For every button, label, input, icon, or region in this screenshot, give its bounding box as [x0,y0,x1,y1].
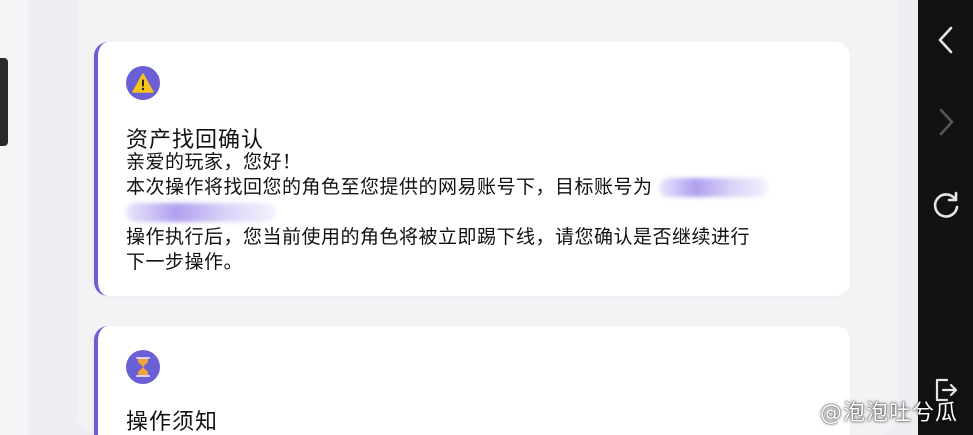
masked-account-id-continued [126,203,276,222]
card-body: 亲爱的玩家，您好！ 本次操作将找回您的角色至您提供的网易账号下，目标账号为 操作… [126,150,826,275]
browser-nav-bar [918,0,973,435]
target-account-line: 本次操作将找回您的角色至您提供的网易账号下，目标账号为 [126,175,826,200]
refresh-button[interactable] [928,187,964,223]
target-account-text: 本次操作将找回您的角色至您提供的网易账号下，目标账号为 [126,176,653,198]
weibo-icon [785,401,812,423]
warning-icon [126,66,160,100]
chevron-right-icon [939,108,954,136]
back-button[interactable] [928,22,964,58]
watermark-text: @泡泡吐兮瓜 [820,401,959,426]
hourglass-icon [126,350,160,384]
watermark: @泡泡吐兮瓜 [784,394,958,428]
forward-button[interactable] [928,104,964,140]
left-edge [0,0,28,435]
screen: 资产找回确认 亲爱的玩家，您好！ 本次操作将找回您的角色至您提供的网易账号下，目… [0,0,973,435]
next-step-text: 下一步操作。 [126,251,244,273]
card-title: 操作须知 [126,410,219,435]
kick-warning-text: 操作执行后，您当前使用的角色将被立即踢下线，请您确认是否继续进行 [126,226,751,248]
chevron-left-icon [938,26,953,54]
masked-account-id [658,178,769,197]
greeting-text: 亲爱的玩家，您好！ [126,151,302,173]
left-edge-notch [0,58,8,146]
masked-account-line [126,200,826,225]
operation-notes-card: 操作须知 [94,326,850,435]
refresh-icon [933,191,959,218]
asset-recovery-card: 资产找回确认 亲爱的玩家，您好！ 本次操作将找回您的角色至您提供的网易账号下，目… [94,42,850,296]
